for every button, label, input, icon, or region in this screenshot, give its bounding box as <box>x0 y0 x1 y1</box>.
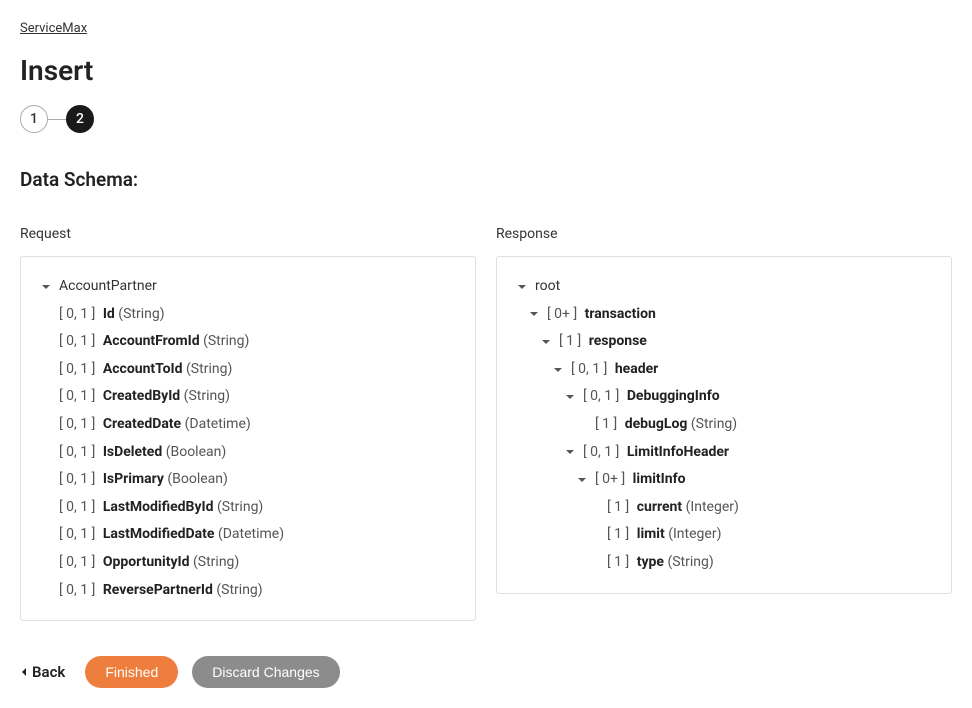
tree-leaf-debuglog[interactable]: [ 1 ] debugLog (String) <box>515 411 933 439</box>
tree-leaf[interactable]: [ 0, 1 ] ReversePartnerId (String) <box>39 577 457 605</box>
chevron-down-icon[interactable] <box>39 280 53 294</box>
tree-node-limitinfo[interactable]: [ 0+ ] limitInfo <box>515 466 933 494</box>
tree-leaf[interactable]: [ 0, 1 ] CreatedById (String) <box>39 383 457 411</box>
request-column: Request AccountPartner [ 0, 1 ] Id (Stri… <box>20 226 476 621</box>
tree-leaf[interactable]: [ 0, 1 ] AccountToId (String) <box>39 356 457 384</box>
tree-leaf-label: [ 1 ] limit (Integer) <box>607 525 721 545</box>
tree-leaf-label: [ 0, 1 ] IsDeleted (Boolean) <box>59 443 226 463</box>
schema-columns: Request AccountPartner [ 0, 1 ] Id (Stri… <box>20 226 952 621</box>
tree-leaf-label: [ 0, 1 ] AccountFromId (String) <box>59 332 249 352</box>
back-label: Back <box>32 663 65 681</box>
request-panel: AccountPartner [ 0, 1 ] Id (String) [ 0, … <box>20 256 476 621</box>
step-indicator: 1 2 <box>20 105 952 133</box>
chevron-down-icon[interactable] <box>551 363 565 377</box>
tree-node-label: [ 0, 1 ] header <box>571 360 658 380</box>
tree-leaf[interactable]: [ 0, 1 ] LastModifiedDate (Datetime) <box>39 521 457 549</box>
tree-leaf[interactable]: [ 0, 1 ] Id (String) <box>39 301 457 329</box>
tree-leaf-current[interactable]: [ 1 ] current (Integer) <box>515 494 933 522</box>
tree-leaf[interactable]: [ 0, 1 ] AccountFromId (String) <box>39 328 457 356</box>
section-title: Data Schema: <box>20 168 952 191</box>
step-1[interactable]: 1 <box>20 105 48 133</box>
page-title: Insert <box>20 54 952 87</box>
tree-node-label: [ 0, 1 ] DebuggingInfo <box>583 387 720 407</box>
tree-leaf-label: [ 0, 1 ] AccountToId (String) <box>59 360 232 380</box>
tree-leaf-label: [ 1 ] current (Integer) <box>607 498 739 518</box>
tree-leaf-label: [ 0, 1 ] LastModifiedDate (Datetime) <box>59 525 284 545</box>
tree-leaf-label: [ 1 ] type (String) <box>607 553 714 573</box>
tree-leaf-label: [ 1 ] debugLog (String) <box>595 415 737 435</box>
tree-node-label: AccountPartner <box>59 277 157 297</box>
discard-button[interactable]: Discard Changes <box>192 656 339 688</box>
tree-node-label: [ 0+ ] limitInfo <box>595 470 686 490</box>
tree-leaf[interactable]: [ 0, 1 ] IsPrimary (Boolean) <box>39 466 457 494</box>
tree-node-response[interactable]: [ 1 ] response <box>515 328 933 356</box>
tree-leaf-label: [ 0, 1 ] ReversePartnerId (String) <box>59 581 263 601</box>
tree-leaf-label: [ 0, 1 ] LastModifiedById (String) <box>59 498 263 518</box>
back-button[interactable]: Back <box>20 663 71 681</box>
response-column: Response root [ 0+ ] transaction [ 1 ] r… <box>496 226 952 621</box>
response-panel: root [ 0+ ] transaction [ 1 ] response [… <box>496 256 952 594</box>
breadcrumb-link[interactable]: ServiceMax <box>20 21 87 36</box>
step-2[interactable]: 2 <box>66 105 94 133</box>
tree-leaf[interactable]: [ 0, 1 ] CreatedDate (Datetime) <box>39 411 457 439</box>
tree-node-header[interactable]: [ 0, 1 ] header <box>515 356 933 384</box>
tree-leaf[interactable]: [ 0, 1 ] OpportunityId (String) <box>39 549 457 577</box>
tree-leaf-label: [ 0, 1 ] OpportunityId (String) <box>59 553 239 573</box>
tree-node[interactable]: AccountPartner <box>39 273 457 301</box>
tree-node-label: [ 0, 1 ] LimitInfoHeader <box>583 443 729 463</box>
request-column-title: Request <box>20 226 476 242</box>
chevron-down-icon[interactable] <box>563 445 577 459</box>
tree-node-transaction[interactable]: [ 0+ ] transaction <box>515 301 933 329</box>
tree-leaf-label: [ 0, 1 ] CreatedById (String) <box>59 387 230 407</box>
tree-node-label: [ 1 ] response <box>559 332 647 352</box>
chevron-down-icon[interactable] <box>515 280 529 294</box>
tree-leaf[interactable]: [ 0, 1 ] LastModifiedById (String) <box>39 494 457 522</box>
tree-node-label: [ 0+ ] transaction <box>547 305 656 325</box>
tree-leaf-label: [ 0, 1 ] Id (String) <box>59 305 165 325</box>
response-column-title: Response <box>496 226 952 242</box>
tree-leaf-label: [ 0, 1 ] IsPrimary (Boolean) <box>59 470 228 490</box>
chevron-down-icon[interactable] <box>563 390 577 404</box>
tree-leaf[interactable]: [ 0, 1 ] IsDeleted (Boolean) <box>39 439 457 467</box>
tree-leaf-label: [ 0, 1 ] CreatedDate (Datetime) <box>59 415 251 435</box>
tree-node-label: root <box>535 277 560 297</box>
finished-button[interactable]: Finished <box>85 656 178 688</box>
chevron-down-icon[interactable] <box>539 335 553 349</box>
chevron-down-icon[interactable] <box>575 473 589 487</box>
tree-node-root[interactable]: root <box>515 273 933 301</box>
chevron-down-icon[interactable] <box>527 307 541 321</box>
step-connector <box>48 119 66 120</box>
chevron-left-icon <box>20 663 28 681</box>
tree-leaf-limit[interactable]: [ 1 ] limit (Integer) <box>515 521 933 549</box>
tree-node-debugginginfo[interactable]: [ 0, 1 ] DebuggingInfo <box>515 383 933 411</box>
button-row: Back Finished Discard Changes <box>20 656 952 688</box>
tree-node-limitinfoheader[interactable]: [ 0, 1 ] LimitInfoHeader <box>515 439 933 467</box>
tree-leaf-type[interactable]: [ 1 ] type (String) <box>515 549 933 577</box>
